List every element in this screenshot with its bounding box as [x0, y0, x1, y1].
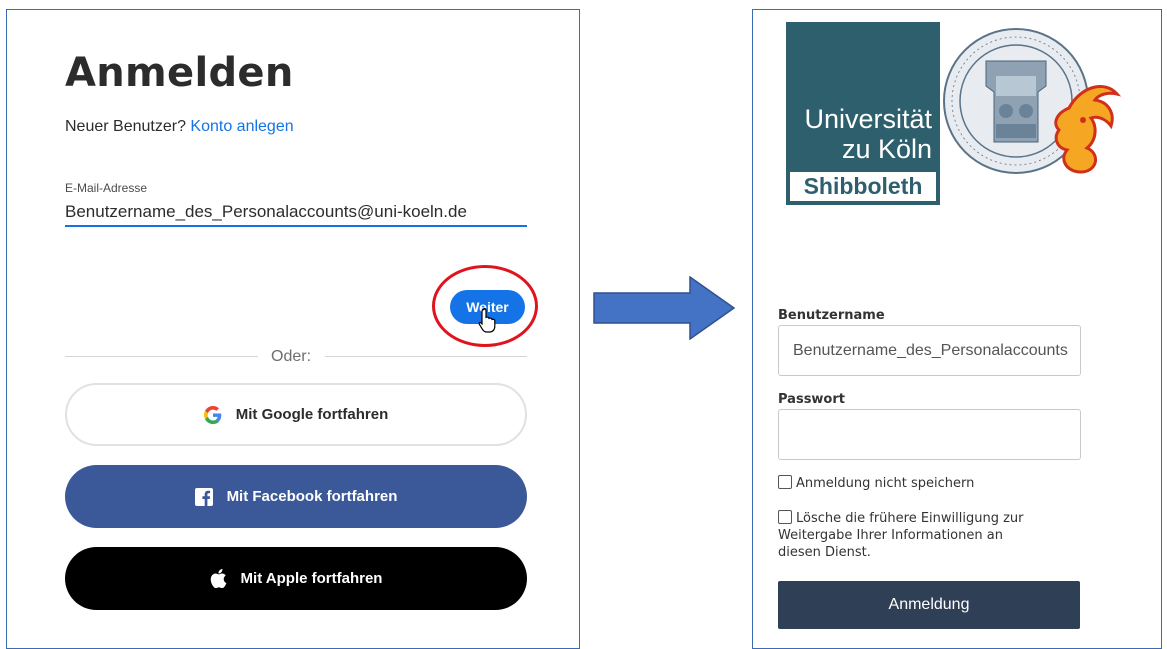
do-not-remember-label: Anmeldung nicht speichern: [796, 476, 975, 491]
page-title: Anmelden: [65, 50, 294, 96]
new-user-text: Neuer Benutzer?: [65, 118, 186, 135]
password-input[interactable]: [778, 409, 1081, 460]
shibboleth-login-panel: Universität zu Köln Shibboleth Benutzern…: [752, 9, 1162, 649]
password-label: Passwort: [778, 392, 845, 407]
logo-line-2: zu Köln: [841, 134, 932, 164]
username-label: Benutzername: [778, 308, 885, 323]
revoke-consent-checkbox[interactable]: [778, 510, 792, 524]
apple-signin-button[interactable]: Mit Apple fortfahren: [65, 547, 527, 610]
facebook-signin-button[interactable]: Mit Facebook fortfahren: [65, 465, 527, 528]
hand-cursor-icon: [478, 307, 496, 333]
google-signin-button[interactable]: Mit Google fortfahren: [65, 383, 527, 446]
apple-signin-label: Mit Apple fortfahren: [240, 570, 383, 587]
google-signin-label: Mit Google fortfahren: [235, 406, 389, 423]
adobe-signin-panel: Anmelden Neuer Benutzer? Konto anlegen E…: [6, 9, 580, 649]
facebook-icon: [194, 487, 213, 506]
username-input[interactable]: Benutzername_des_Personalaccounts: [778, 325, 1081, 376]
email-field-underline: [65, 225, 527, 227]
logo-line-1: Universität: [804, 104, 932, 134]
university-seal-icon: [943, 28, 1121, 174]
email-field[interactable]: Benutzername_des_Personalaccounts@uni-ko…: [65, 202, 467, 222]
create-account-link[interactable]: Konto anlegen: [190, 118, 293, 135]
facebook-signin-label: Mit Facebook fortfahren: [226, 488, 398, 505]
right-arrow-icon: [593, 276, 736, 340]
university-logo: Universität zu Köln Shibboleth: [786, 22, 940, 205]
divider-right: [325, 356, 527, 357]
revoke-consent-label: Lösche die frühere Einwilligung zur Weit…: [778, 511, 1024, 560]
divider-text: Oder:: [271, 348, 312, 365]
google-icon: [203, 405, 222, 424]
login-button[interactable]: Anmeldung: [778, 581, 1080, 629]
do-not-remember-checkbox[interactable]: [778, 475, 792, 489]
apple-icon: [210, 569, 227, 588]
revoke-consent-row: Lösche die frühere Einwilligung zur Weit…: [778, 510, 1048, 561]
do-not-remember-row: Anmeldung nicht speichern: [778, 475, 1078, 492]
divider-left: [65, 356, 258, 357]
new-user-line: Neuer Benutzer? Konto anlegen: [65, 118, 294, 136]
logo-shibboleth: Shibboleth: [790, 172, 936, 201]
highlight-circle: [432, 265, 538, 347]
email-label: E-Mail-Adresse: [65, 181, 148, 195]
